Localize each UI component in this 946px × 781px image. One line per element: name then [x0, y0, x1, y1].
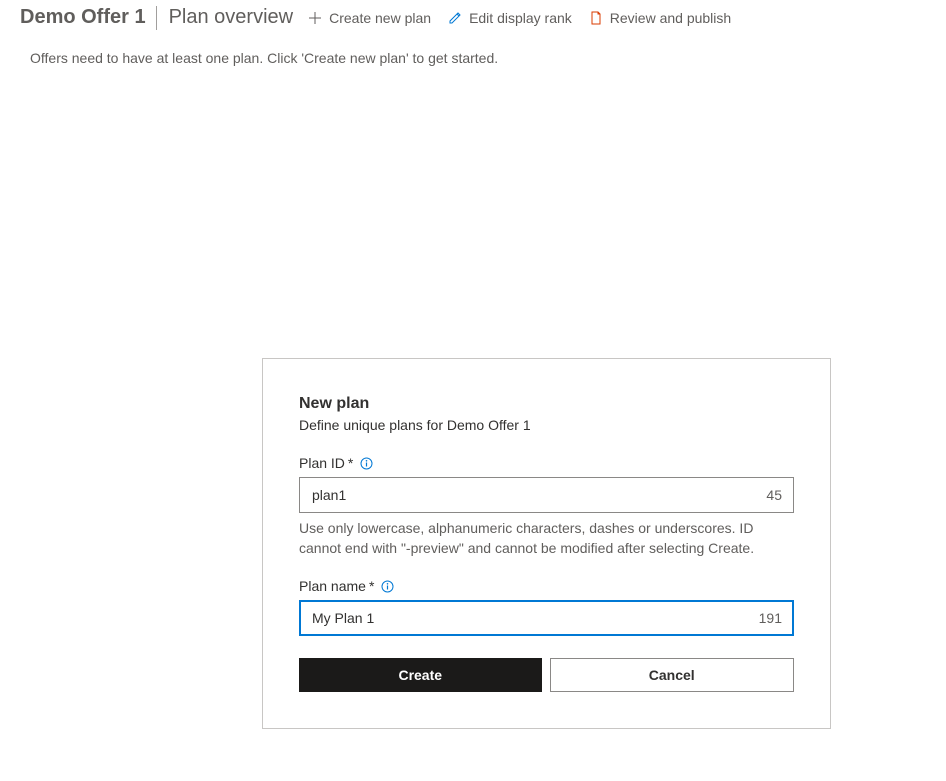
plan-id-help-text: Use only lowercase, alphanumeric charact… [299, 519, 794, 558]
plan-name-input[interactable] [299, 600, 794, 636]
create-new-plan-button[interactable]: Create new plan [307, 10, 431, 26]
plan-id-input[interactable] [299, 477, 794, 513]
create-button[interactable]: Create [299, 658, 542, 692]
required-asterisk: * [348, 455, 353, 471]
new-plan-dialog: New plan Define unique plans for Demo Of… [262, 358, 831, 729]
info-icon[interactable] [359, 456, 373, 470]
dialog-title: New plan [299, 395, 794, 413]
required-asterisk: * [369, 578, 374, 594]
toolbar-label: Create new plan [329, 10, 431, 26]
toolbar-label: Edit display rank [469, 10, 572, 26]
info-icon[interactable] [380, 579, 394, 593]
offer-title: Demo Offer 1 [20, 6, 156, 29]
edit-display-rank-button[interactable]: Edit display rank [447, 10, 572, 26]
plan-id-label: Plan ID [299, 455, 345, 471]
review-publish-button[interactable]: Review and publish [588, 10, 731, 26]
plus-icon [307, 10, 323, 26]
document-icon [588, 10, 604, 26]
empty-state-help-text: Offers need to have at least one plan. C… [0, 32, 946, 66]
toolbar-label: Review and publish [610, 10, 731, 26]
dialog-subtitle: Define unique plans for Demo Offer 1 [299, 417, 794, 433]
pencil-icon [447, 10, 463, 26]
cancel-button[interactable]: Cancel [550, 658, 795, 692]
header-divider [156, 6, 157, 30]
plan-name-label: Plan name [299, 578, 366, 594]
section-title: Plan overview [159, 6, 308, 29]
